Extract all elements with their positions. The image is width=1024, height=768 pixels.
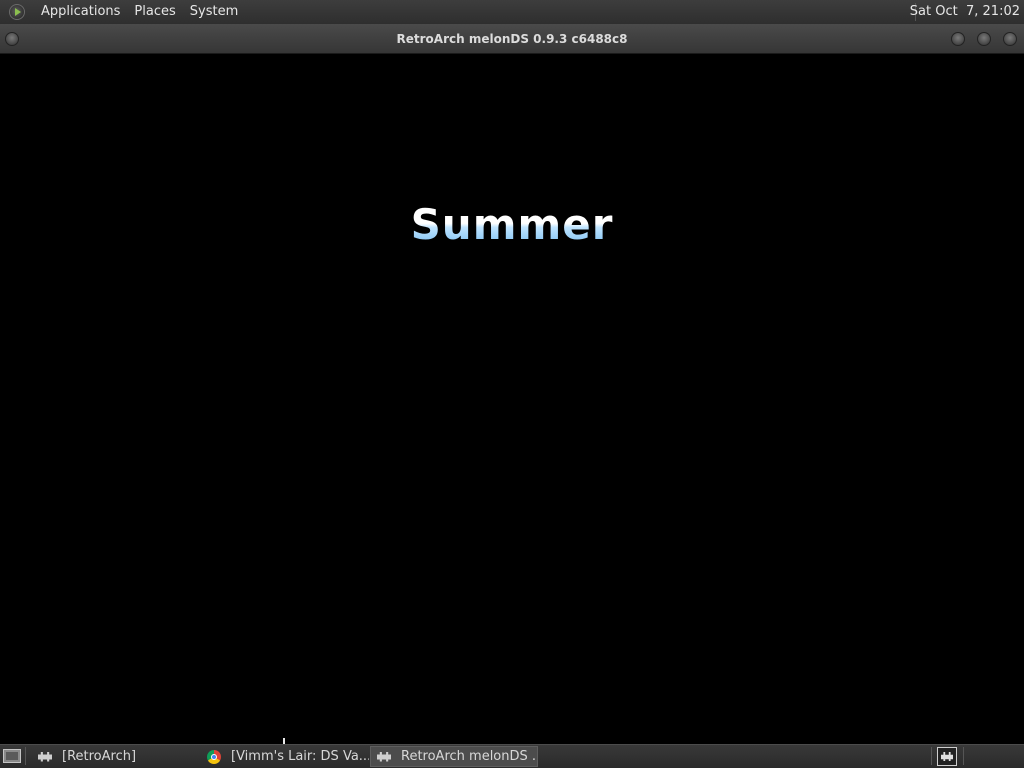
close-button[interactable]	[1003, 32, 1017, 46]
chrome-icon	[207, 749, 221, 764]
clock[interactable]: Sat Oct 7, 21:02	[910, 0, 1020, 24]
retroarch-tray-icon[interactable]	[937, 747, 957, 766]
taskbar-item-retroarch-melonds[interactable]: RetroArch melonDS ...	[370, 746, 538, 767]
window-title: RetroArch melonDS 0.9.3 c6488c8	[396, 32, 628, 46]
show-desktop-icon[interactable]	[3, 749, 21, 763]
retroarch-icon	[377, 750, 391, 764]
menu-applications[interactable]: Applications	[34, 0, 127, 24]
taskbar-item-chrome[interactable]: [Vimm's Lair: DS Va...	[201, 746, 369, 767]
retroarch-icon	[38, 750, 52, 764]
top-panel: Applications Places System Sat Oct 7, 21…	[0, 0, 1024, 24]
emulator-display[interactable]: Summer	[0, 54, 1024, 744]
minimize-button[interactable]	[951, 32, 965, 46]
bottom-panel: [RetroArch] [Vimm's Lair: DS Va... Retro…	[0, 744, 1024, 768]
panel-separator	[25, 747, 26, 765]
main-menu-logo-icon[interactable]	[9, 4, 25, 20]
taskbar-item-label: RetroArch melonDS ...	[401, 749, 538, 764]
taskbar-item-label: [Vimm's Lair: DS Va...	[231, 749, 369, 764]
menu-places[interactable]: Places	[127, 0, 182, 24]
game-screen-text: Summer	[0, 200, 1024, 249]
taskbar-item-label: [RetroArch]	[62, 749, 137, 764]
window-titlebar[interactable]: RetroArch melonDS 0.9.3 c6488c8	[0, 24, 1024, 54]
taskbar-item-retroarch[interactable]: [RetroArch]	[32, 746, 200, 767]
maximize-button[interactable]	[977, 32, 991, 46]
menu-system[interactable]: System	[183, 0, 245, 24]
panel-separator	[931, 747, 932, 765]
panel-separator	[963, 747, 964, 765]
